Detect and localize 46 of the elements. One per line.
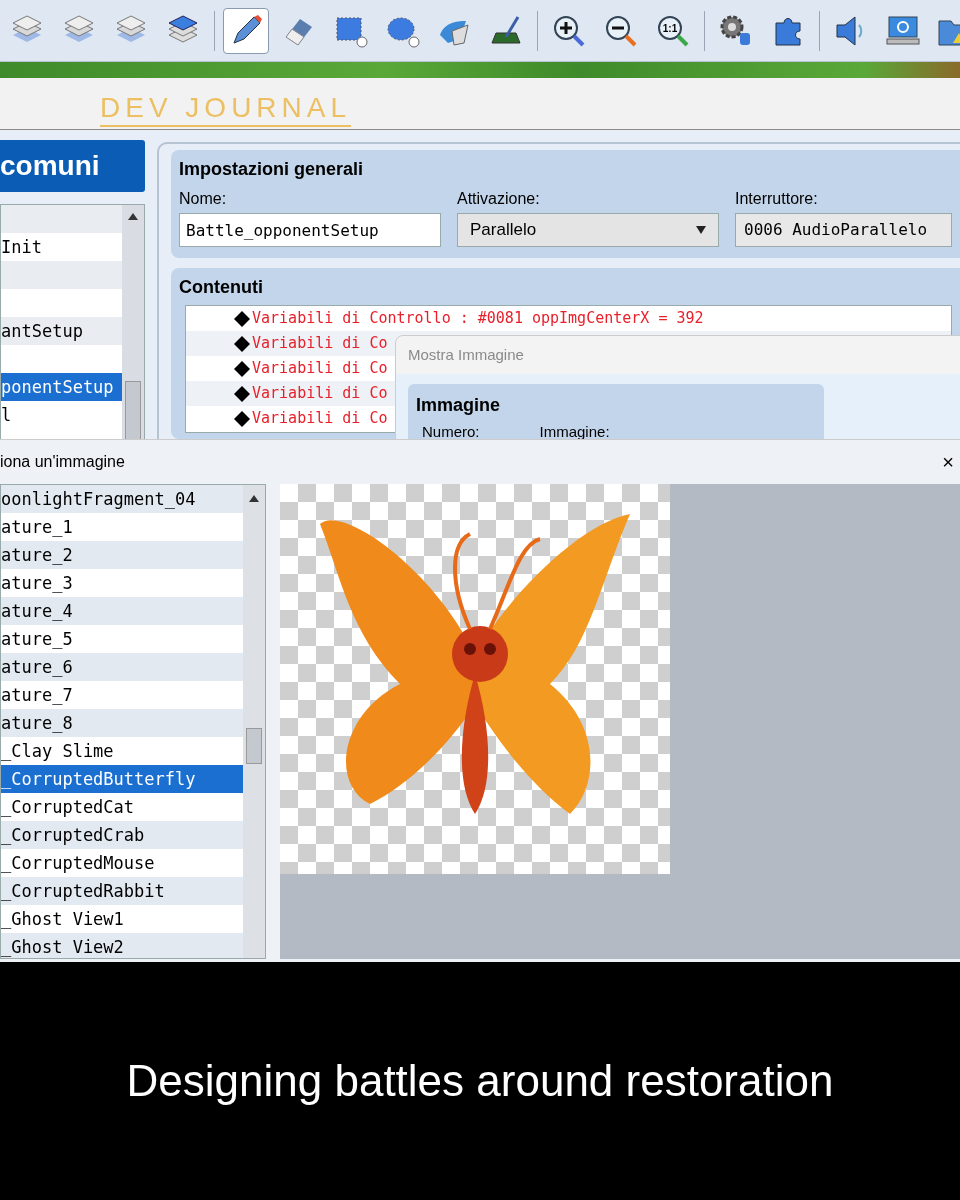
list-item[interactable]: ponentSetup [1,373,122,401]
dropdown-caret-icon [696,226,706,234]
scroll-up-icon[interactable] [127,211,139,221]
brand-title: DEV JOURNAL [100,91,352,127]
file-item[interactable]: _Ghost View2 [1,933,243,958]
diamond-icon [234,410,250,427]
diamond-icon [234,385,250,402]
toolbar-button[interactable] [223,7,269,54]
command-line[interactable]: Variabili di Co [252,356,388,381]
group-title: Impostazioni generali [179,158,365,181]
file-item[interactable]: _CorruptedRabbit [1,877,243,905]
group-title: Contenuti [179,276,264,299]
list-item[interactable]: antSetup [1,317,122,345]
command-line[interactable]: Variabili di Controllo : #0081 oppImgCenterX = 392 [252,306,704,331]
scroll-up-icon[interactable] [248,493,260,503]
caption: Designing battles around restoration [126,1055,834,1107]
file-item[interactable]: oonlightFragment_04 [1,485,243,513]
trigger-dropdown[interactable]: Parallelo [457,213,719,247]
file-item[interactable]: _CorruptedCrab [1,821,243,849]
panel-title: comuni [0,140,145,192]
file-item[interactable]: _CorruptedButterfly [1,765,243,793]
window-title: iona un'immagine [0,452,125,472]
file-item[interactable]: ature_8 [1,709,243,737]
name-field[interactable]: Battle_opponentSetup [179,213,441,247]
file-item[interactable]: ature_6 [1,653,243,681]
file-item[interactable]: ature_2 [1,541,243,569]
scroll-thumb[interactable] [246,728,262,764]
close-button[interactable]: × [940,452,956,472]
field-label: Immagine: [539,422,610,442]
command-line[interactable]: Variabili di Co [252,381,388,406]
field-label: Numero: [422,422,480,442]
scroll-thumb[interactable] [125,381,141,441]
scrollbar[interactable] [122,205,144,441]
diamond-icon [234,335,250,352]
command-line[interactable]: Variabili di Co [252,331,388,356]
file-item[interactable]: ature_4 [1,597,243,625]
field-label: Attivazione: [457,189,541,209]
switch-selector[interactable]: 0006 AudioParallelo [735,213,952,247]
group-title: Immagine [416,394,502,417]
scrollbar[interactable] [243,485,265,958]
field-label: Nome: [179,189,228,209]
window-title: Mostra Immagine [407,344,525,365]
field-label: Interruttore: [735,189,819,209]
command-line[interactable]: Variabili di Co [252,406,388,431]
diamond-icon [234,360,250,377]
diamond-icon [234,310,250,327]
